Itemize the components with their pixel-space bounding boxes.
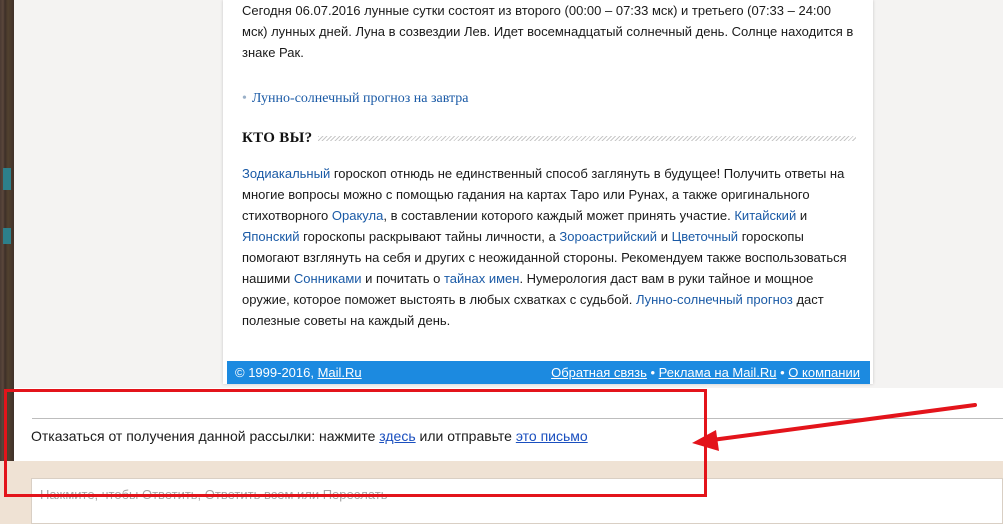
annotation-arrow-shaft [710,403,977,442]
annotation-arrow [692,403,977,451]
annotation-arrow-head [692,430,719,451]
